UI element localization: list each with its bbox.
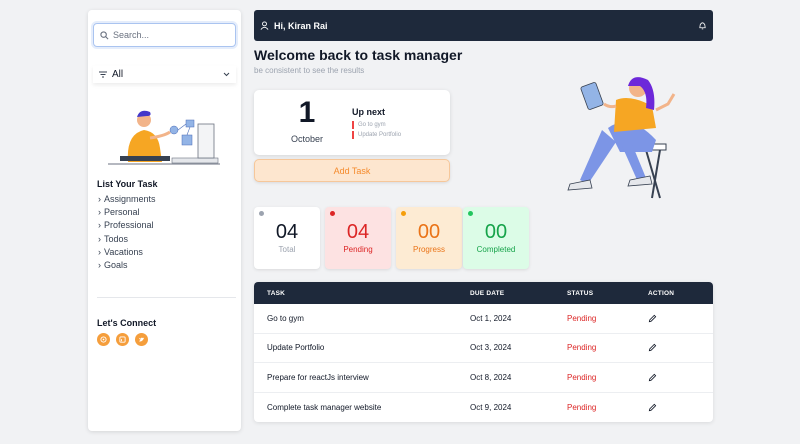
list-title: List Your Task bbox=[97, 179, 158, 189]
sidebar: Search... All List Your Task › Assignment… bbox=[88, 10, 241, 431]
search-icon bbox=[100, 30, 109, 39]
sidebar-item-label: Personal bbox=[104, 206, 140, 217]
github-icon[interactable] bbox=[97, 333, 110, 346]
add-task-button[interactable]: Add Task bbox=[254, 159, 450, 182]
pencil-icon bbox=[648, 344, 657, 352]
sidebar-divider bbox=[97, 297, 236, 298]
filter-icon bbox=[99, 71, 107, 78]
stat-card-completed: 00 Completed bbox=[463, 207, 529, 269]
status-dot bbox=[330, 211, 335, 216]
column-header-action: ACTION bbox=[648, 289, 675, 297]
table-row: Prepare for reactJs interview Oct 8, 202… bbox=[254, 363, 713, 393]
connect-title: Let's Connect bbox=[97, 318, 157, 328]
sidebar-item-professional[interactable]: › Professional bbox=[98, 219, 156, 232]
search-input[interactable]: Search... bbox=[93, 23, 236, 47]
edit-button[interactable] bbox=[648, 304, 713, 333]
column-header-due-date: DUE DATE bbox=[470, 289, 505, 297]
task-due-date: Oct 3, 2024 bbox=[470, 343, 512, 353]
task-due-date: Oct 8, 2024 bbox=[470, 372, 512, 382]
pencil-icon bbox=[648, 403, 657, 411]
twitter-icon[interactable] bbox=[135, 333, 148, 346]
stat-value: 00 bbox=[417, 221, 441, 243]
column-header-task: TASK bbox=[267, 289, 286, 297]
task-category-list: › Assignments › Personal › Professional › To… bbox=[98, 192, 156, 272]
sidebar-item-label: Professional bbox=[104, 220, 154, 231]
page-title: Welcome back to task manager bbox=[254, 47, 463, 63]
status-dot bbox=[259, 211, 264, 216]
task-name: Prepare for reactJs interview bbox=[267, 372, 369, 382]
task-table: TASK DUE DATE STATUS ACTION Go to gym Oc… bbox=[254, 282, 713, 422]
task-name: Go to gym bbox=[267, 313, 304, 323]
filter-select[interactable]: All bbox=[93, 66, 236, 83]
user-icon[interactable] bbox=[260, 21, 269, 30]
table-row: Complete task manager website Oct 9, 202… bbox=[254, 393, 713, 423]
task-name: Update Portfolio bbox=[267, 343, 325, 353]
table-header: TASK DUE DATE STATUS ACTION bbox=[254, 282, 713, 304]
reading-woman-illustration bbox=[567, 77, 676, 199]
social-links bbox=[97, 333, 148, 346]
table-row: Update Portfolio Oct 3, 2024 Pending bbox=[254, 334, 713, 363]
sidebar-item-personal[interactable]: › Personal bbox=[98, 205, 156, 218]
chevron-right-icon: › bbox=[98, 233, 101, 244]
edit-button[interactable] bbox=[648, 393, 713, 423]
up-next-item: Go to gym bbox=[352, 121, 386, 129]
status-dot bbox=[401, 211, 406, 216]
stat-value: 04 bbox=[346, 221, 370, 243]
stat-card-total: 04 Total bbox=[254, 207, 320, 269]
search-placeholder: Search... bbox=[113, 30, 150, 40]
sidebar-item-assignments[interactable]: › Assignments bbox=[98, 192, 156, 205]
linkedin-icon[interactable] bbox=[116, 333, 129, 346]
up-next-item: Update Portfolio bbox=[352, 131, 401, 139]
sidebar-item-label: Todos bbox=[104, 233, 129, 244]
date-card: 1 October Up next Go to gym Update Portf… bbox=[254, 90, 450, 155]
stat-card-progress: 00 Progress bbox=[396, 207, 462, 269]
stat-label: Total bbox=[278, 245, 296, 254]
working-person-illustration bbox=[108, 110, 220, 165]
pencil-icon bbox=[648, 314, 657, 322]
top-bar: Hi, Kiran Rai bbox=[254, 10, 713, 41]
task-due-date: Oct 9, 2024 bbox=[470, 402, 512, 412]
chevron-right-icon: › bbox=[98, 260, 101, 271]
edit-button[interactable] bbox=[648, 334, 713, 363]
stat-label: Completed bbox=[476, 245, 516, 254]
up-next-title: Up next bbox=[352, 107, 386, 117]
chevron-down-icon bbox=[223, 72, 230, 77]
stat-value: 00 bbox=[484, 221, 508, 243]
status-badge: Pending bbox=[567, 313, 597, 323]
table-row: Go to gym Oct 1, 2024 Pending bbox=[254, 304, 713, 334]
chevron-right-icon: › bbox=[98, 246, 101, 257]
page-subtitle: be consistent to see the results bbox=[254, 66, 365, 75]
sidebar-item-todos[interactable]: › Todos bbox=[98, 232, 156, 245]
status-dot bbox=[468, 211, 473, 216]
chevron-right-icon: › bbox=[98, 220, 101, 231]
sidebar-item-label: Vacations bbox=[104, 246, 143, 257]
sidebar-item-vacations[interactable]: › Vacations bbox=[98, 245, 156, 258]
stat-label: Progress bbox=[412, 245, 445, 254]
pencil-icon bbox=[648, 373, 657, 381]
edit-button[interactable] bbox=[648, 363, 713, 392]
chevron-right-icon: › bbox=[98, 206, 101, 217]
date-month: October bbox=[290, 134, 323, 144]
filter-value: All bbox=[112, 69, 124, 80]
chevron-right-icon: › bbox=[98, 193, 101, 204]
sidebar-item-label: Assignments bbox=[104, 193, 156, 204]
column-header-status: STATUS bbox=[567, 289, 594, 297]
sidebar-item-label: Goals bbox=[104, 260, 128, 271]
task-due-date: Oct 1, 2024 bbox=[470, 313, 512, 323]
user-greeting: Hi, Kiran Rai bbox=[274, 20, 328, 31]
task-name: Complete task manager website bbox=[267, 402, 382, 412]
status-badge: Pending bbox=[567, 343, 597, 353]
sidebar-item-goals[interactable]: › Goals bbox=[98, 258, 156, 271]
status-badge: Pending bbox=[567, 402, 597, 412]
bell-icon[interactable] bbox=[698, 21, 707, 30]
stat-label: Pending bbox=[343, 245, 373, 254]
date-day: 1 bbox=[298, 96, 316, 129]
status-badge: Pending bbox=[567, 372, 597, 382]
stat-card-pending: 04 Pending bbox=[325, 207, 391, 269]
stat-value: 04 bbox=[275, 221, 299, 243]
